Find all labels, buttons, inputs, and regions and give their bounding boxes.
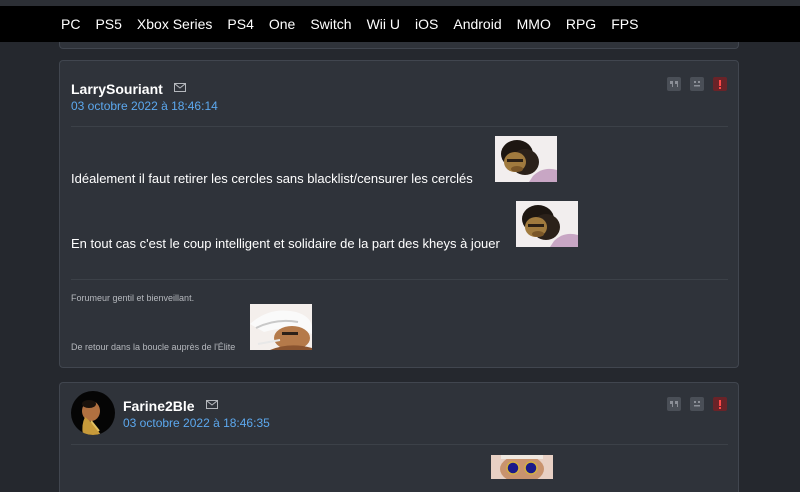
post-username[interactable]: Farine2Ble (123, 398, 195, 414)
nav-item-wii-u[interactable]: Wii U (367, 16, 400, 32)
nav-item-ps5[interactable]: PS5 (95, 16, 121, 32)
nav-item-mmo[interactable]: MMO (517, 16, 551, 32)
report-button[interactable] (713, 397, 727, 411)
nav-item-ios[interactable]: iOS (415, 16, 438, 32)
avatar[interactable] (71, 391, 115, 435)
forum-post-card: Farine2Ble 03 octobre 2022 à 18:46:35 (59, 382, 739, 492)
alert-icon (719, 399, 721, 409)
post-header-divider (71, 444, 728, 445)
nav-item-ps4[interactable]: PS4 (227, 16, 253, 32)
post-header-divider (71, 126, 728, 127)
envelope-icon[interactable] (174, 83, 186, 92)
alert-icon (719, 79, 721, 89)
quote-icon (670, 81, 678, 87)
quote-icon (670, 401, 678, 407)
platform-navbar: PC PS5 Xbox Series PS4 One Switch Wii U … (0, 6, 800, 42)
post-date-link[interactable]: 03 octobre 2022 à 18:46:14 (71, 99, 218, 113)
post-date-link[interactable]: 03 octobre 2022 à 18:46:35 (123, 416, 270, 430)
sticker-image (495, 136, 557, 182)
nav-item-android[interactable]: Android (453, 16, 501, 32)
blacklist-face-icon (694, 81, 700, 87)
message-line: Idéalement il faut retirer les cercles s… (71, 171, 473, 186)
signature-line: Forumeur gentil et bienveillant. (71, 293, 195, 303)
nav-item-pc[interactable]: PC (61, 16, 80, 32)
blacklist-button[interactable] (690, 77, 704, 91)
report-button[interactable] (713, 77, 727, 91)
nav-item-rpg[interactable]: RPG (566, 16, 596, 32)
nav-item-switch[interactable]: Switch (310, 16, 351, 32)
signature-divider (71, 279, 728, 280)
sticker-image (516, 201, 578, 247)
blacklist-face-icon (694, 401, 700, 407)
signature-sticker-image (250, 304, 312, 350)
sticker-image (491, 455, 553, 479)
quote-button[interactable] (667, 77, 681, 91)
quote-button[interactable] (667, 397, 681, 411)
forum-post-card: LarrySouriant 03 octobre 2022 à 18:46:14… (59, 60, 739, 368)
nav-item-one[interactable]: One (269, 16, 295, 32)
blacklist-button[interactable] (690, 397, 704, 411)
nav-item-xbox-series[interactable]: Xbox Series (137, 16, 212, 32)
envelope-icon[interactable] (206, 400, 218, 409)
post-username[interactable]: LarrySouriant (71, 81, 163, 97)
message-line: En tout cas c'est le coup intelligent et… (71, 236, 500, 251)
signature-line: De retour dans la boucle auprès de l'Éli… (71, 342, 236, 352)
nav-item-fps[interactable]: FPS (611, 16, 638, 32)
